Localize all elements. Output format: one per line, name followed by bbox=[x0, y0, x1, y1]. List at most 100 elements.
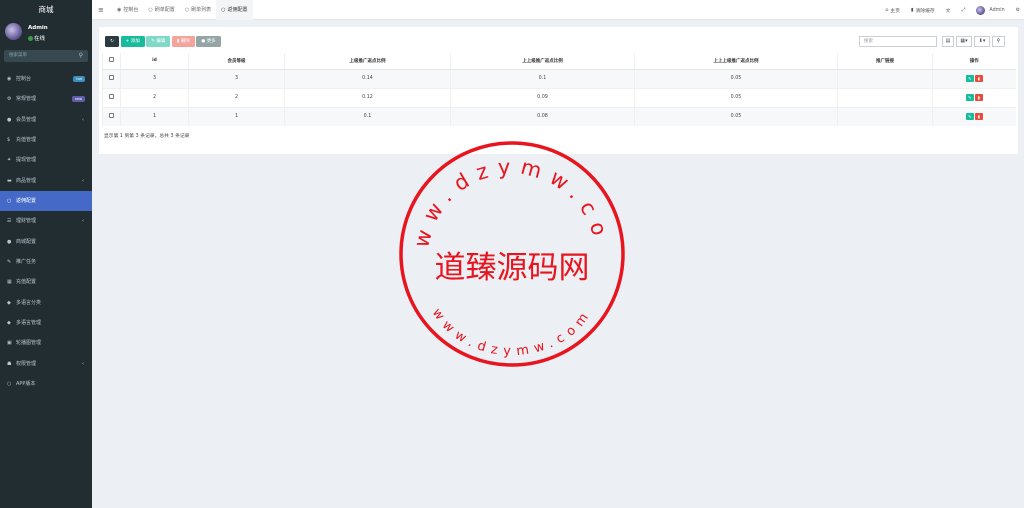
sidebar-item[interactable]: ▣ 轮播图管理 bbox=[0, 333, 92, 353]
sidebar-item[interactable]: ◆ 多语言分类 bbox=[0, 293, 92, 313]
refresh-button[interactable]: ↻ bbox=[105, 36, 119, 47]
table-row[interactable]: 3 3 0.14 0.1 0.05 ✎ ▮ bbox=[102, 68, 1016, 88]
row-edit-button[interactable]: ✎ bbox=[965, 94, 974, 101]
sidebar-item[interactable]: ✎ 推广任务 bbox=[0, 252, 92, 272]
table-cell: 0.05 bbox=[634, 87, 838, 107]
home-label: 主页 bbox=[890, 8, 900, 14]
table-cell: 0.08 bbox=[450, 106, 635, 126]
edit-button[interactable]: ✎ 编辑 bbox=[146, 36, 171, 47]
table-cell: 0.12 bbox=[284, 87, 451, 107]
column-header[interactable]: 上上上级推广返点比例 bbox=[634, 53, 838, 70]
language-icon: 文 bbox=[945, 8, 951, 14]
fullscreen-icon: ⤢ bbox=[961, 8, 966, 13]
fullscreen-button[interactable]: ⤢ bbox=[962, 7, 966, 13]
chevron-left-icon: ‹ bbox=[82, 177, 84, 184]
menu-badge: new bbox=[71, 96, 85, 103]
sidebar-item-label: 商品管理 bbox=[16, 177, 37, 184]
sidebar-item[interactable]: ▬ 商品管理 ‹ bbox=[0, 171, 92, 191]
sidebar-search-input[interactable]: 搜索菜单 ⚲ bbox=[4, 50, 88, 62]
chevron-left-icon: ‹ bbox=[82, 360, 84, 367]
common-search-button[interactable]: ⚲ bbox=[992, 36, 1005, 47]
row-edit-button[interactable]: ✎ bbox=[965, 113, 974, 121]
nav-tab[interactable]: ◉ 控制台 bbox=[112, 0, 143, 20]
cart-icon: ▬ bbox=[7, 177, 12, 184]
sidebar-item[interactable]: ☰ 理财管理 ‹ bbox=[0, 211, 92, 231]
column-header[interactable]: 上级推广返点比例 bbox=[284, 53, 451, 70]
sidebar-item[interactable]: ◉ 控制台 hot bbox=[0, 69, 92, 89]
table-cell bbox=[837, 87, 933, 107]
add-button[interactable]: + 添加 bbox=[120, 36, 145, 47]
table-cell: 3 bbox=[120, 68, 189, 88]
nav-tab[interactable]: ○ 刷单配置 bbox=[143, 0, 179, 20]
row-delete-button[interactable]: ▮ bbox=[974, 113, 983, 121]
row-delete-button[interactable]: ▮ bbox=[974, 75, 983, 82]
dashboard-icon: ◉ bbox=[7, 76, 12, 82]
nav-tab[interactable]: ○ 刷单列表 bbox=[180, 0, 216, 20]
table-search-input[interactable]: 搜索 bbox=[859, 36, 937, 47]
toggle-view-button[interactable]: ▤ bbox=[942, 36, 954, 47]
sidebar-item[interactable]: ● 商城配置 bbox=[0, 232, 92, 252]
sidebar-item[interactable]: ● 会员管理 ‹ bbox=[0, 110, 92, 130]
table-cell: 3 bbox=[188, 68, 285, 88]
sidebar-item[interactable]: ✦ 提现管理 bbox=[0, 150, 92, 170]
column-header[interactable]: id bbox=[120, 53, 189, 70]
column-header: 操作 bbox=[932, 53, 1016, 70]
stamp-center-text: 道臻源码网 bbox=[435, 250, 590, 286]
select-all-checkbox[interactable] bbox=[109, 57, 114, 63]
settings-button[interactable]: ⚙ bbox=[1016, 8, 1020, 13]
chevron-left-icon: ‹ bbox=[82, 116, 84, 123]
export-button[interactable]: ⬇▾ bbox=[974, 36, 990, 47]
sidebar: 商城 Admin 在线 搜索菜单 ⚲ ◉ 控制台 hot ⚙ 常规管理 new ● 会员管理 ‹… bbox=[0, 0, 92, 508]
circle-icon: ○ bbox=[148, 7, 153, 13]
table-cell: 0.1 bbox=[284, 106, 451, 126]
row-actions: ✎ ▮ bbox=[932, 87, 1016, 107]
home-icon: ⌂ bbox=[885, 7, 889, 13]
columns-button[interactable]: ▦▾ bbox=[956, 36, 972, 47]
content-panel: ↻ + 添加 ✎ 编辑 ▮ 删除 ● 更多 搜索 ▤ ▦▾ ⬇▾ ⚲ id 会员… bbox=[99, 27, 1018, 154]
sidebar-item-label: 多语言分类 bbox=[16, 299, 42, 306]
home-link[interactable]: ⌂ 主页 bbox=[885, 7, 900, 14]
top-navbar: ≡ ◉ 控制台 ○ 刷单配置 ○ 刷单列表 ○ 返佣配置 ⌂ 主页 ▮ 清除缓存 文 ⤢ Admi… bbox=[92, 0, 1024, 20]
more-button[interactable]: ● 更多 bbox=[196, 36, 221, 47]
sidebar-item-label: 会员管理 bbox=[16, 116, 37, 123]
sidebar-item-label: 提现管理 bbox=[16, 157, 37, 164]
sidebar-item[interactable]: ▦ 充值配置 bbox=[0, 272, 92, 292]
column-header[interactable]: 上上级推广返点比例 bbox=[450, 53, 635, 70]
nav-tab[interactable]: ○ 返佣配置 bbox=[216, 0, 253, 20]
chevron-left-icon: ‹ bbox=[82, 218, 84, 225]
column-header[interactable]: 推广链接 bbox=[837, 53, 933, 70]
navbar-avatar bbox=[976, 5, 986, 15]
row-checkbox[interactable] bbox=[109, 75, 114, 80]
column-header[interactable]: 会员等级 bbox=[188, 53, 285, 70]
table-cell: 1 bbox=[188, 106, 285, 126]
row-actions: ✎ ▮ bbox=[932, 68, 1016, 88]
export-icon: ⬇▾ bbox=[978, 38, 986, 44]
row-edit-button[interactable]: ✎ bbox=[965, 75, 974, 82]
circle-solid-icon: ● bbox=[7, 238, 12, 245]
language-button[interactable]: 文 bbox=[946, 7, 951, 14]
user-menu[interactable]: Admin bbox=[976, 5, 1005, 15]
row-checkbox[interactable] bbox=[109, 113, 114, 119]
trash-icon: ▮ bbox=[910, 7, 914, 13]
sidebar-item[interactable]: ◆ 多语言管理 bbox=[0, 313, 92, 333]
sidebar-item[interactable]: ⚙ 常规管理 new bbox=[0, 89, 92, 109]
sidebar-item-label: 理财管理 bbox=[16, 218, 37, 225]
sidebar-item[interactable]: ☗ 权限管理 ‹ bbox=[0, 354, 92, 374]
brand-logo[interactable]: 商城 bbox=[0, 0, 92, 20]
table-view-icon: ▤ bbox=[945, 38, 951, 44]
tag-icon: ◆ bbox=[7, 299, 11, 306]
row-delete-button[interactable]: ▮ bbox=[974, 94, 983, 101]
sidebar-item[interactable]: $ 充值管理 bbox=[0, 130, 92, 150]
group-icon: ☗ bbox=[7, 360, 12, 367]
sidebar-item[interactable]: ○ APP版本 bbox=[0, 374, 92, 394]
sidebar-item-label: 轮播图管理 bbox=[16, 340, 42, 347]
table-cell: 0.09 bbox=[450, 87, 635, 107]
delete-button[interactable]: ▮ 删除 bbox=[171, 36, 195, 47]
clear-cache-button[interactable]: ▮ 清除缓存 bbox=[911, 7, 935, 14]
sidebar-item[interactable]: ○ 返佣配置 bbox=[0, 191, 92, 212]
table-row[interactable]: 2 2 0.12 0.09 0.05 ✎ ▮ bbox=[102, 87, 1016, 107]
menu-toggle-icon[interactable]: ≡ bbox=[98, 0, 104, 20]
row-checkbox[interactable] bbox=[109, 94, 114, 99]
search-icon[interactable]: ⚲ bbox=[79, 50, 83, 62]
table-row[interactable]: 1 1 0.1 0.08 0.05 ✎ ▮ bbox=[102, 106, 1016, 126]
